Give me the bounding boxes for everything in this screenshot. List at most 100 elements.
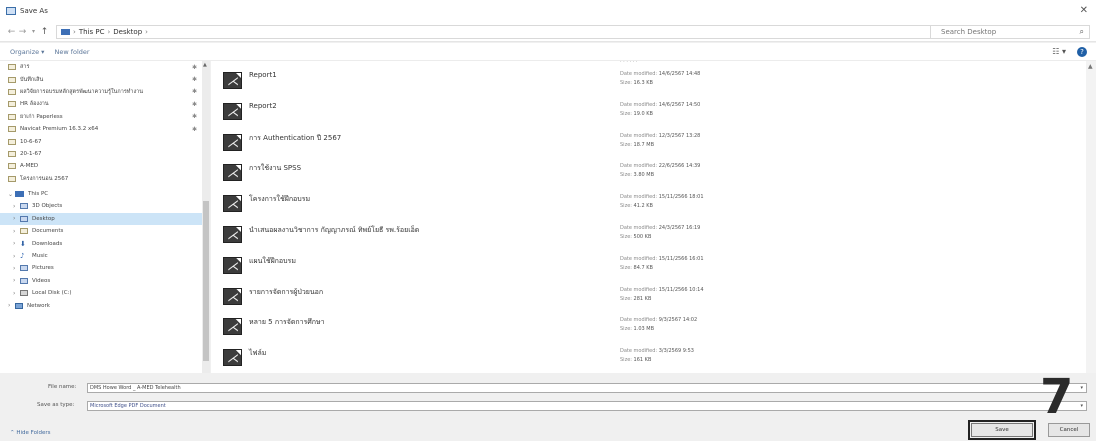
chevron-right-icon: › (13, 277, 16, 285)
chevron-right-icon: › (13, 289, 16, 297)
date-modified-label: Date modified: (620, 317, 658, 324)
back-arrow-icon[interactable]: ← (6, 27, 17, 37)
file-details: Date modified: 15/11/2566 16:01 Size: 84.… (620, 255, 704, 273)
sidebar-item-pictures[interactable]: › Pictures (0, 262, 209, 274)
address-bar[interactable]: › This PC › Desktop › ▾ (56, 24, 946, 39)
scroll-up-icon[interactable]: ▲ (203, 62, 207, 68)
save-button[interactable]: Save (971, 423, 1033, 437)
file-name-input[interactable]: DMS Howe Word _ A-MED Telehealth ▾ (87, 383, 1087, 393)
chevron-right-icon: › (13, 264, 16, 272)
scrollbar-thumb[interactable] (203, 201, 209, 361)
sidebar-item-network[interactable]: › Network (0, 299, 209, 311)
file-row[interactable]: ⋌ Report2 Date modified: 14/6/2567 14:50 Si… (211, 96, 1086, 127)
quick-access-item[interactable]: A-MED (0, 160, 209, 172)
file-row[interactable]: ⋌ Report1 Date modified: 14/6/2567 14:48 Si… (211, 65, 1086, 96)
partial-row-text: . . . . . . (620, 61, 638, 64)
folder-icon (8, 163, 16, 170)
document-icon: ⋌ (223, 226, 242, 243)
organize-button[interactable]: Organize ▾ (10, 48, 44, 56)
quick-access-item[interactable]: 10-6-67 (0, 135, 209, 147)
pin-icon: ✱ (191, 88, 197, 96)
window-titlebar: Save As ✕ (0, 0, 1096, 22)
file-details: Date modified: 14/6/2567 14:48 Size: 16.3… (620, 70, 700, 88)
forward-arrow-icon[interactable]: → (17, 27, 28, 37)
help-icon[interactable]: ? (1077, 47, 1087, 57)
quick-access-item[interactable]: ผลวิจัยการอบรมหลักสูตรพัฒนาความรู้ในการท… (0, 86, 209, 98)
file-name: หลาย 5 การจัดการศึกษา (249, 318, 325, 327)
sidebar-item-documents[interactable]: › Documents (0, 225, 209, 237)
file-row[interactable]: ⋌ การใช้งาน SPSS Date modified: 22/6/2566 … (211, 157, 1086, 188)
file-row[interactable]: ⋌ ไฟล์ม Date modified: 3/3/2569 9:53 Size: … (211, 342, 1086, 373)
quick-access-item[interactable]: Navicat Premium 16.3.2 x64 ✱ (0, 123, 209, 135)
sidebar-item-videos[interactable]: › Videos (0, 275, 209, 287)
quick-access-item[interactable]: สาร ✱ (0, 61, 209, 73)
file-name: ไฟล์ม (249, 349, 267, 358)
file-list-scrollbar[interactable]: ▲ (1086, 61, 1096, 373)
file-row[interactable]: ⋌ การ Authentication ปี 2567 Date modified… (211, 127, 1086, 158)
chevron-right-icon: › (13, 215, 16, 223)
size-label: Size: (620, 110, 632, 117)
size-value: 16.3 KB (633, 80, 653, 86)
save-as-type-select[interactable]: Microsoft Edge PDF Document ▾ (87, 401, 1087, 411)
date-modified-label: Date modified: (620, 225, 658, 231)
date-modified-value: 15/11/2566 18:01 (658, 194, 704, 201)
sidebar-item-local-disk[interactable]: › Local Disk (C:) (0, 287, 209, 299)
quick-access-item[interactable]: บันทึกเสิน ✱ (0, 73, 209, 85)
file-row[interactable]: ⋌ รายการจัดการผู้ป่วยนอก Date modified: 15… (211, 281, 1086, 312)
cancel-button[interactable]: Cancel (1048, 423, 1090, 437)
navigation-scrollbar[interactable]: ▲ (202, 61, 210, 373)
file-details: Date modified: 15/11/2566 10:14 Size: 281… (620, 286, 704, 304)
recent-locations-chevron-icon[interactable]: ▾ (28, 28, 39, 35)
chevron-down-icon[interactable]: ▾ (1080, 385, 1083, 391)
drive-icon (20, 290, 28, 297)
quick-access-item[interactable]: ยาเก่า Paperless ✱ (0, 111, 209, 123)
date-modified-label: Date modified: (620, 255, 658, 262)
search-input[interactable] (939, 27, 1069, 37)
size-value: 1.03 MB (633, 326, 655, 333)
date-modified-value: 12/3/2567 13:28 (658, 132, 701, 139)
view-options-icon[interactable]: ☷ ▾ (1052, 47, 1066, 56)
sidebar-item-downloads[interactable]: › ⬇ Downloads (0, 237, 209, 249)
quick-access-item[interactable]: โครงการนอน 2567 (0, 173, 209, 185)
save-dialog-icon (6, 7, 16, 15)
folder-icon (8, 150, 16, 157)
file-details: Date modified: 12/3/2567 13:28 Size: 18.7… (620, 132, 700, 150)
breadcrumb-separator-icon: › (107, 27, 111, 36)
quick-access-item[interactable]: HR ล้องงาน ✱ (0, 98, 209, 110)
hide-folders-button[interactable]: ⌃ Hide Folders (10, 430, 51, 436)
date-modified-value: 22/6/2566 14:39 (658, 163, 701, 170)
close-icon[interactable]: ✕ (1080, 5, 1088, 16)
file-row[interactable]: ⋌ นำเสนอผลงานวิชาการ กัญญาภรณ์ ทิพย์โยธี … (211, 219, 1086, 250)
command-toolbar: Organize ▾ New folder ☷ ▾ ? (0, 43, 1096, 61)
chevron-right-icon: › (13, 202, 16, 210)
size-label: Size: (620, 264, 632, 271)
date-modified-value: 24/3/2567 16:19 (658, 225, 701, 231)
date-modified-label: Date modified: (620, 163, 658, 170)
file-row[interactable]: ⋌ แผนใช้ฝึกอบรม Date modified: 15/11/2566 … (211, 250, 1086, 281)
scroll-up-icon[interactable]: ▲ (1088, 63, 1093, 70)
size-value: 161 KB (633, 357, 652, 364)
file-details: Date modified: 9/3/2567 14:02 Size: 1.03 … (620, 316, 697, 334)
breadcrumb-this-pc[interactable]: This PC (79, 28, 105, 36)
chevron-right-icon: › (13, 252, 16, 260)
download-arrow-icon: ⬇ (20, 239, 26, 248)
navigation-pane: สาร ✱ บันทึกเสิน ✱ ผลวิจัยการอบรมหลักสูตรพ… (0, 61, 210, 373)
sidebar-item-music[interactable]: › ♪ Music (0, 250, 209, 262)
window-title: Save As (20, 7, 48, 15)
sidebar-item-desktop[interactable]: › Desktop (0, 212, 209, 226)
pin-icon: ✱ (191, 76, 197, 84)
breadcrumb-desktop[interactable]: Desktop (113, 28, 142, 36)
quick-access-item[interactable]: 20-1-67 (0, 148, 209, 160)
sidebar-item-this-pc[interactable]: ⌄ This PC (0, 188, 209, 200)
file-row[interactable]: ⋌ โครงการใช้ฝึกอบรม Date modified: 15/11/2… (211, 188, 1086, 219)
date-modified-label: Date modified: (620, 132, 658, 139)
size-label: Size: (620, 234, 632, 240)
chevron-down-icon[interactable]: ▾ (1080, 403, 1083, 409)
sidebar-item-3d-objects[interactable]: › 3D Objects (0, 200, 209, 212)
new-folder-button[interactable]: New folder (54, 48, 89, 56)
file-details: Date modified: 3/3/2569 9:53 Size: 161 KB (620, 347, 694, 365)
size-label: Size: (620, 141, 632, 148)
search-box[interactable]: ⌕ (930, 25, 1090, 39)
file-row[interactable]: ⋌ หลาย 5 การจัดการศึกษา Date modified: 9/3… (211, 311, 1086, 342)
up-arrow-icon[interactable]: ↑ (39, 27, 50, 37)
